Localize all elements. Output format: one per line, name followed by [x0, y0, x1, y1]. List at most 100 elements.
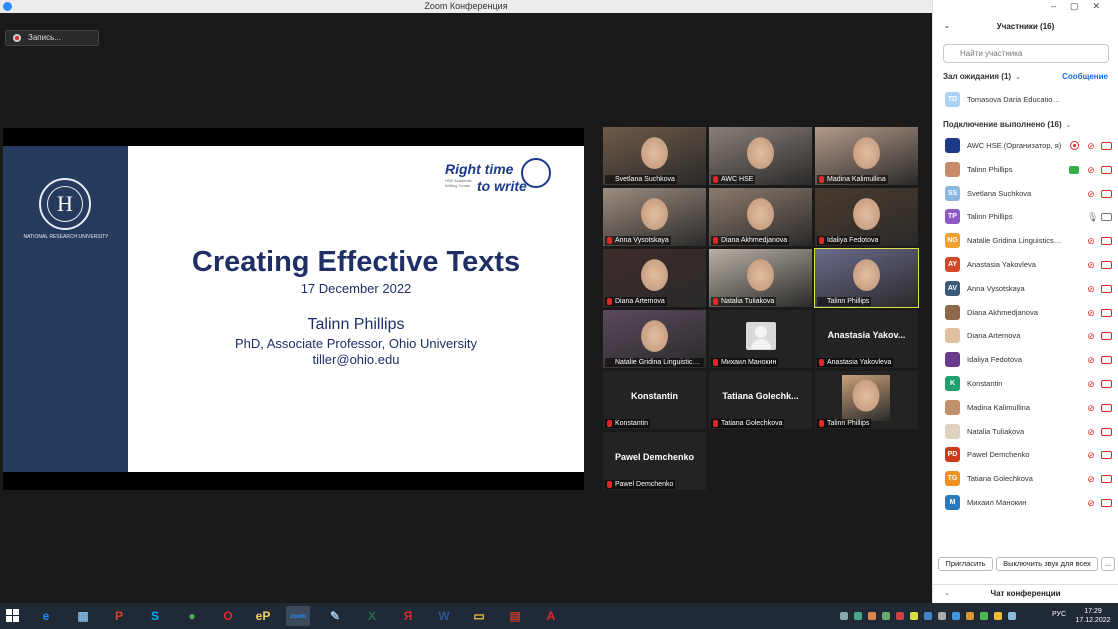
participant-row[interactable]: TP Talinn Phillips 🎙 [933, 206, 1118, 228]
mic-muted-icon[interactable]: ⊘ [1087, 165, 1095, 175]
mic-muted-icon[interactable]: ⊘ [1087, 379, 1095, 389]
tray-icon[interactable] [924, 612, 932, 620]
recording-indicator[interactable]: Запись... [5, 30, 99, 46]
video-tile[interactable]: Diana Akhmedjanova [709, 188, 812, 246]
participants-header[interactable]: ⌄ Участники (16) [933, 18, 1118, 36]
mic-muted-icon[interactable]: ⊘ [1087, 403, 1095, 413]
mic-muted-icon[interactable]: ⊘ [1087, 498, 1095, 508]
tray-icon[interactable] [980, 612, 988, 620]
participant-row[interactable]: Madina Kalimullina ⊘ [933, 397, 1118, 419]
camera-off-icon[interactable] [1101, 284, 1112, 293]
mic-muted-icon[interactable]: ⊘ [1087, 474, 1095, 484]
mic-muted-icon[interactable]: ⊘ [1087, 284, 1095, 294]
camera-off-icon[interactable] [1101, 451, 1112, 460]
video-tile[interactable]: Svetlana Suchkova [603, 127, 706, 185]
tray-icon[interactable] [966, 612, 974, 620]
mic-muted-icon[interactable]: ⊘ [1087, 236, 1095, 246]
video-tile[interactable]: Diana Artemova [603, 249, 706, 307]
waiting-message-link[interactable]: Сообщение [1062, 72, 1108, 81]
video-tile[interactable]: Natalie Gridina Linguistics, ... [603, 310, 706, 368]
participant-row[interactable]: PD Pawel Demchenko ⊘ [933, 444, 1118, 466]
video-tile[interactable]: Anastasia Yakov... Anastasia Yakovleva [815, 310, 918, 368]
mic-muted-icon[interactable]: ⊘ [1087, 189, 1095, 199]
participant-row[interactable]: NG Natalie Gridina Linguistics, Meth... ⊘ [933, 230, 1118, 252]
tray-icon[interactable] [840, 612, 848, 620]
windows-start-icon[interactable] [6, 609, 20, 623]
participant-row[interactable]: TD Tomasova Daria Educational sciences [933, 89, 1118, 111]
reader-icon[interactable]: ▤ [503, 606, 527, 626]
collapse-chevron-icon[interactable]: ⌄ [944, 585, 950, 602]
tray-icon[interactable] [896, 612, 904, 620]
camera-off-icon[interactable] [1101, 261, 1112, 269]
camera-off-icon[interactable] [1101, 427, 1112, 436]
camera-off-icon[interactable] [1101, 403, 1112, 412]
camera-off-icon[interactable] [1101, 142, 1112, 150]
chrome-icon[interactable]: ● [180, 606, 204, 626]
tray-icon[interactable] [1008, 612, 1016, 620]
camera-off-icon[interactable] [1101, 499, 1112, 507]
video-tile[interactable]: Madina Kalimullina [815, 127, 918, 185]
video-tile[interactable]: Idaliya Fedotova [815, 188, 918, 246]
mic-muted-icon[interactable]: ⊘ [1087, 355, 1095, 365]
powerpoint-icon[interactable]: P [107, 606, 131, 626]
camera-off-icon[interactable] [1101, 380, 1112, 388]
mic-muted-icon[interactable]: ⊘ [1087, 450, 1095, 460]
input-language[interactable]: РУС [1052, 611, 1066, 618]
participant-row[interactable]: AWC HSE (Организатор, я) ⊘ [933, 135, 1118, 157]
video-tile[interactable]: Talinn Phillips [815, 371, 918, 429]
camera-off-icon[interactable] [1101, 189, 1112, 198]
participant-row[interactable]: Diana Akhmedjanova ⊘ [933, 302, 1118, 324]
camera-off-icon[interactable] [1101, 237, 1112, 246]
participant-row[interactable]: AY Anastasia Yakovleva ⊘ [933, 254, 1118, 276]
tray-icon[interactable] [854, 612, 862, 620]
opera-icon[interactable]: O [216, 606, 240, 626]
participant-row[interactable]: K Konstantin ⊘ [933, 373, 1118, 395]
mic-muted-icon[interactable]: ⊘ [1087, 308, 1095, 318]
invite-button[interactable]: Пригласить [938, 557, 993, 571]
video-tile[interactable]: Михаил Манокин [709, 310, 812, 368]
participant-row[interactable]: M Михаил Манокин ⊘ [933, 492, 1118, 514]
camera-off-icon[interactable] [1101, 475, 1112, 484]
calculator-icon[interactable]: ▦ [71, 606, 95, 626]
epanel-icon[interactable]: eP [251, 606, 275, 626]
yandex-icon[interactable]: Я [396, 606, 420, 626]
more-options-button[interactable]: ... [1101, 557, 1115, 571]
camera-icon[interactable] [1101, 213, 1112, 222]
paint-icon[interactable]: ✎ [323, 606, 347, 626]
mic-muted-icon[interactable]: ⊘ [1087, 427, 1095, 437]
chat-header[interactable]: ⌄ Чат конференции [933, 584, 1118, 602]
window-controls[interactable]: –▢✕ [1051, 1, 1114, 12]
tray-icon[interactable] [994, 612, 1002, 620]
participant-row[interactable]: Natalia Tuliakova ⊘ [933, 421, 1118, 443]
word-icon[interactable]: W [432, 606, 456, 626]
tray-icon[interactable] [882, 612, 890, 620]
connected-header[interactable]: Подключение выполнено (16) ⌄ [943, 120, 1072, 129]
participant-row[interactable]: Diana Artemova ⊘ [933, 325, 1118, 347]
video-tile[interactable]: Talinn Phillips [814, 248, 919, 308]
excel-icon[interactable]: X [360, 606, 384, 626]
tray-icon[interactable] [868, 612, 876, 620]
mic-muted-icon[interactable]: ⊘ [1087, 141, 1095, 151]
explorer-icon[interactable]: ▭ [467, 606, 491, 626]
participant-row[interactable]: Idaliya Fedotova ⊘ [933, 349, 1118, 371]
camera-off-icon[interactable] [1101, 308, 1112, 317]
mute-all-button[interactable]: Выключить звук для всех [996, 557, 1098, 571]
tray-icon[interactable] [938, 612, 946, 620]
camera-off-icon[interactable] [1101, 356, 1112, 365]
tray-icon[interactable] [910, 612, 918, 620]
collapse-chevron-icon[interactable]: ⌄ [944, 18, 950, 36]
camera-off-icon[interactable] [1101, 332, 1112, 341]
system-clock[interactable]: 17:29 17.12.2022 [1074, 607, 1112, 625]
participant-row[interactable]: AV Anna Vysotskaya ⊘ [933, 278, 1118, 300]
participant-row[interactable]: TG Tatiana Golechkova ⊘ [933, 468, 1118, 490]
mic-muted-icon[interactable]: ⊘ [1087, 260, 1095, 270]
video-tile[interactable]: Anna Vysotskaya [603, 188, 706, 246]
mic-icon[interactable]: 🎙 [1087, 212, 1098, 222]
video-tile[interactable]: Pawel Demchenko Pawel Demchenko [603, 432, 706, 490]
waiting-room-header[interactable]: Зал ожидания (1) ⌄ [943, 72, 1021, 81]
acrobat-icon[interactable]: A [539, 606, 563, 626]
mic-muted-icon[interactable]: ⊘ [1087, 331, 1095, 341]
participant-row[interactable]: Talinn Phillips ⊘ [933, 159, 1118, 181]
skype-icon[interactable]: S [143, 606, 167, 626]
video-tile[interactable]: Natalia Tuliakova [709, 249, 812, 307]
